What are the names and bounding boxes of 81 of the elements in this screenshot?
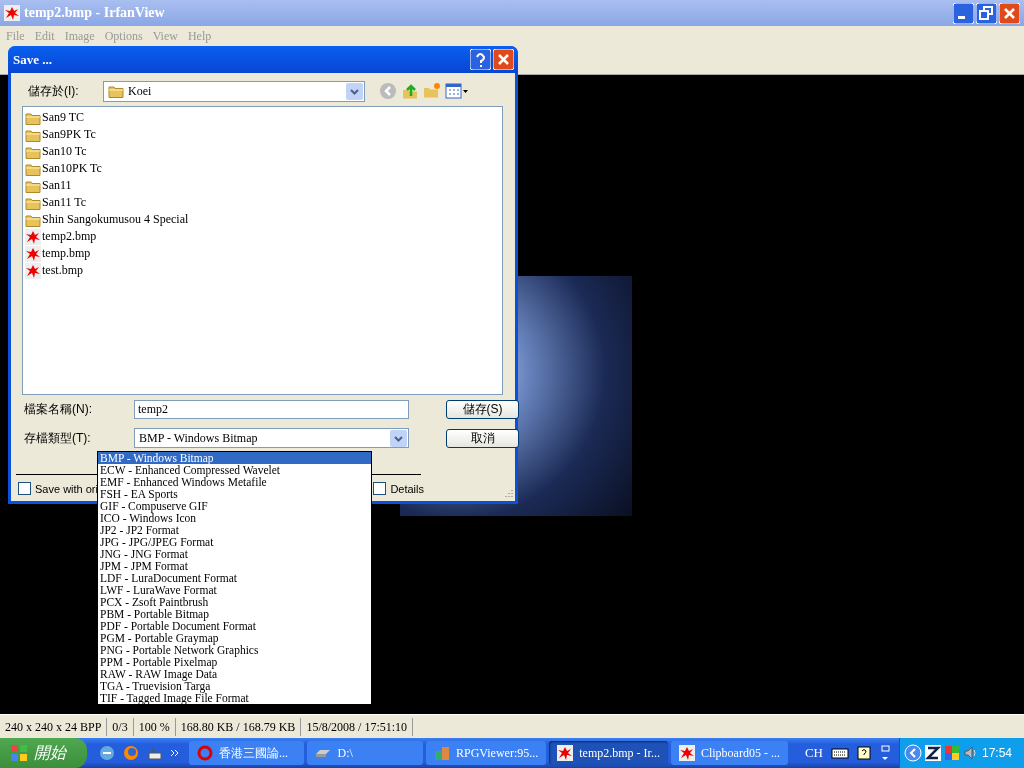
list-option[interactable]: BMP - Windows Bitmap	[98, 452, 371, 464]
resize-grip-icon	[503, 489, 513, 499]
folder-entry[interactable]: San10PK Tc	[25, 160, 102, 177]
bitmap-entry[interactable]: test.bmp	[25, 262, 83, 279]
list-option[interactable]: TIF - Tagged Image File Format	[98, 692, 371, 704]
list-option[interactable]: PNG - Portable Network Graphics	[98, 644, 371, 656]
folder-entry[interactable]: San11	[25, 177, 72, 194]
file-name-label: 檔案名稱(N):	[23, 401, 93, 418]
bitmap-entry[interactable]: temp2.bmp	[25, 228, 97, 245]
taskbar-button[interactable]: Clipboard05 - ...	[670, 741, 788, 765]
close-icon[interactable]	[999, 2, 1020, 24]
help-icon[interactable]	[856, 746, 871, 760]
status-text: 168.80 KB / 168.79 KB	[175, 717, 302, 736]
folder-entry[interactable]: San10 Tc	[25, 143, 87, 160]
list-option[interactable]: RAW - RAW Image Data	[98, 668, 371, 680]
tray-app-icon[interactable]	[924, 745, 941, 761]
start-button[interactable]: 開始	[0, 738, 87, 768]
dialog-title: Save ...	[13, 51, 53, 68]
folder-icon	[108, 83, 124, 99]
splat-icon	[678, 745, 695, 761]
list-option[interactable]: PGM - Portable Graymap	[98, 632, 371, 644]
ring-icon	[196, 745, 213, 761]
list-option[interactable]: FSH - EA Sports	[98, 488, 371, 500]
folder-entry[interactable]: San9PK Tc	[25, 126, 96, 143]
bitmap-entry[interactable]: temp.bmp	[25, 245, 91, 262]
checkbox-label: Save with ori	[35, 482, 98, 495]
minimize-icon[interactable]	[953, 2, 974, 24]
splat-icon	[557, 745, 574, 761]
checkbox[interactable]	[18, 482, 31, 495]
list-option[interactable]: JPM - JPM Format	[98, 560, 371, 572]
taskbar-button[interactable]: 香港三國論...	[188, 741, 305, 765]
clock: 17:54	[981, 746, 1012, 760]
splat-icon	[4, 5, 20, 21]
checkbox-label: Details	[390, 482, 424, 495]
caret-icon	[346, 82, 363, 100]
list-option[interactable]: ICO - Windows Icon	[98, 512, 371, 524]
cancel-button[interactable]: 取消	[446, 428, 519, 448]
taskbar-button[interactable]: RPGViewer:95...	[425, 741, 547, 765]
taskbar-button[interactable]: temp2.bmp - Ir...	[549, 741, 668, 765]
taskbar-button[interactable]: D:\	[307, 741, 423, 765]
splat-icon	[25, 262, 41, 279]
close-icon[interactable]	[493, 49, 514, 70]
list-option[interactable]: JPG - JPG/JPEG Format	[98, 536, 371, 548]
caret-icon	[390, 429, 407, 447]
folder-entry[interactable]: San11 Tc	[25, 194, 87, 211]
list-option[interactable]: LWF - LuraWave Format	[98, 584, 371, 596]
splat-icon	[25, 228, 41, 245]
status-text: 0/3	[107, 717, 134, 736]
window-title: temp2.bmp - IrfanView	[24, 5, 166, 21]
list-option[interactable]: PPM - Portable Pixelmap	[98, 656, 371, 668]
language-indicator[interactable]: CH	[804, 745, 823, 761]
status-text: 15/8/2008 / 17:51:10	[301, 717, 414, 736]
checkbox[interactable]	[373, 482, 387, 495]
list-option[interactable]: EMF - Enhanced Windows Metafile	[98, 476, 371, 488]
list-option[interactable]: PBM - Portable Bitmap	[98, 608, 371, 620]
speaker-icon[interactable]	[962, 745, 979, 761]
view-menu-icon[interactable]	[445, 82, 469, 100]
list-option[interactable]: JP2 - JP2 Format	[98, 524, 371, 536]
save-button[interactable]: 儲存(S)	[446, 400, 519, 419]
file-type-label: 存檔類型(T):	[23, 429, 92, 447]
list-option[interactable]: LDF - LuraDocument Format	[98, 572, 371, 584]
app-icon	[433, 745, 450, 761]
list-option[interactable]: PDF - Portable Document Format	[98, 620, 371, 632]
list-option[interactable]: TGA - Truevision Targa	[98, 680, 371, 692]
look-in-dropdown[interactable]: Koei	[103, 80, 365, 102]
windows-logo-icon	[10, 744, 28, 762]
list-option[interactable]: GIF - Compuserve GIF	[98, 500, 371, 512]
splat-icon	[25, 245, 41, 262]
file-type-dropdown[interactable]: BMP - Windows Bitmap	[134, 428, 409, 448]
scanner-icon[interactable]	[146, 745, 163, 761]
look-in-label: 儲存於(I):	[27, 82, 80, 100]
folder-entry[interactable]: San9 TC	[25, 109, 85, 126]
list-option[interactable]: PCX - Zsoft Paintbrush	[98, 596, 371, 608]
file-name-field[interactable]: temp2	[134, 400, 409, 419]
keyboard-icon[interactable]	[830, 746, 849, 760]
list-option[interactable]: ECW - Enhanced Compressed Wavelet	[98, 464, 371, 476]
folder-entry[interactable]: Shin Sangokumusou 4 Special	[25, 211, 189, 228]
status-text: 100 %	[133, 717, 176, 736]
status-text: 240 x 240 x 24 BPP	[0, 717, 108, 736]
chevron-icon[interactable]	[170, 749, 179, 757]
list-option[interactable]: JNG - JNG Format	[98, 548, 371, 560]
